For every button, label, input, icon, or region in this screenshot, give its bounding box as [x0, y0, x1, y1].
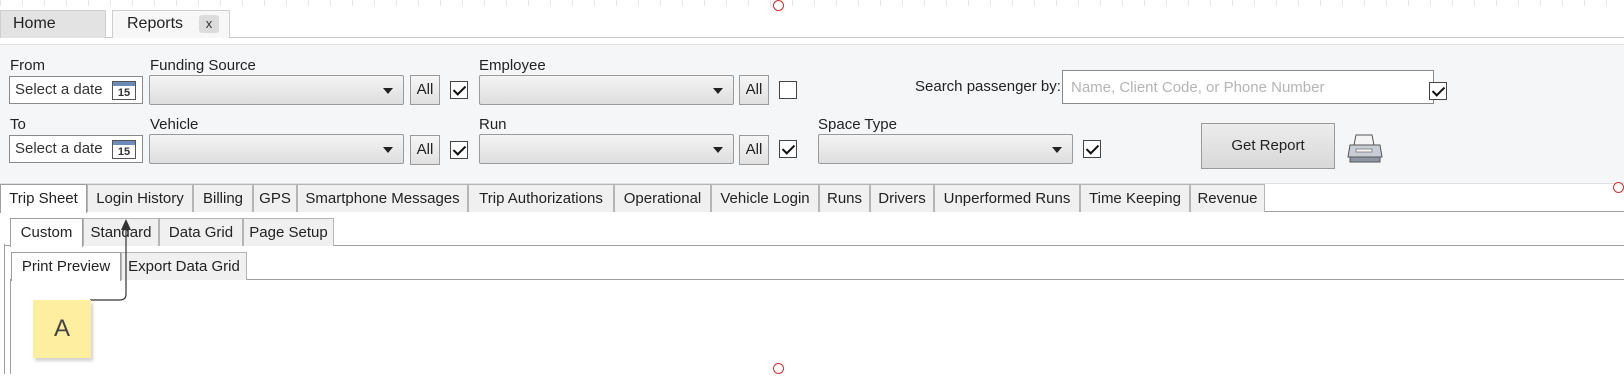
printer-icon[interactable] — [1347, 133, 1383, 165]
tab-home-label: Home — [13, 15, 56, 32]
vehicle-checkbox[interactable] — [450, 141, 468, 159]
vehicle-label: Vehicle — [150, 116, 199, 133]
filter-panel: From Select a date 15 Funding Source All… — [0, 44, 1624, 184]
run-label: Run — [479, 116, 507, 133]
tab-vehicle-login[interactable]: Vehicle Login — [711, 184, 819, 212]
search-passenger-input[interactable] — [1062, 70, 1434, 104]
space-type-checkbox[interactable] — [1083, 140, 1101, 158]
tab-gps[interactable]: GPS — [253, 184, 297, 212]
run-checkbox[interactable] — [779, 140, 797, 158]
chevron-down-icon — [713, 88, 723, 94]
tab-reports-label: Reports — [127, 15, 184, 32]
tab-trip-sheet[interactable]: Trip Sheet — [0, 184, 87, 213]
annotation-sticky-note[interactable]: A — [33, 300, 91, 358]
tab-drivers[interactable]: Drivers — [870, 184, 934, 212]
funding-source-checkbox[interactable] — [450, 81, 468, 99]
run-combo[interactable] — [479, 134, 734, 164]
chevron-down-icon — [1052, 147, 1062, 153]
tab-smartphone-messages[interactable]: Smartphone Messages — [297, 184, 468, 212]
tab-trip-authorizations[interactable]: Trip Authorizations — [468, 184, 614, 212]
vehicle-combo[interactable] — [149, 134, 404, 164]
from-label: From — [10, 57, 45, 74]
chevron-down-icon — [383, 147, 393, 153]
funding-source-combo[interactable] — [149, 75, 404, 105]
employee-label: Employee — [479, 57, 546, 74]
run-all-button[interactable]: All — [739, 135, 769, 165]
annotation-label: A — [53, 315, 70, 342]
funding-source-label: Funding Source — [150, 57, 256, 74]
employee-combo[interactable] — [479, 75, 734, 105]
chevron-down-icon — [713, 147, 723, 153]
from-date-picker[interactable]: Select a date 15 — [9, 76, 143, 104]
search-checkbox[interactable] — [1429, 82, 1447, 100]
space-type-label: Space Type — [818, 116, 897, 133]
search-passenger-label: Search passenger by: — [915, 78, 1061, 95]
tab-page-setup[interactable]: Page Setup — [243, 218, 334, 246]
to-date-placeholder: Select a date — [15, 140, 103, 157]
report-tab-bar: Trip Sheet Login History Billing GPS Sma… — [0, 184, 1624, 213]
close-tab-icon[interactable]: x — [199, 15, 219, 33]
document-tab-bar: Home Reports x — [0, 10, 1624, 38]
tab-unperformed-runs[interactable]: Unperformed Runs — [934, 184, 1080, 212]
resize-handle-bottom[interactable] — [773, 363, 784, 374]
tab-runs[interactable]: Runs — [819, 184, 870, 212]
employee-all-button[interactable]: All — [739, 75, 769, 105]
tab-revenue[interactable]: Revenue — [1190, 184, 1265, 212]
to-label: To — [10, 116, 26, 133]
chevron-down-icon — [383, 88, 393, 94]
calendar-icon[interactable]: 15 — [112, 140, 136, 159]
tab-operational[interactable]: Operational — [614, 184, 711, 212]
sub-tab-bar: Custom Standard Data Grid Page Setup — [5, 218, 1624, 247]
funding-source-all-button[interactable]: All — [410, 75, 440, 105]
tab-reports[interactable]: Reports x — [112, 10, 230, 38]
vehicle-all-button[interactable]: All — [410, 135, 440, 165]
tab-login-history[interactable]: Login History — [87, 184, 193, 212]
space-type-combo[interactable] — [818, 134, 1073, 164]
tab-time-keeping[interactable]: Time Keeping — [1080, 184, 1190, 212]
get-report-button[interactable]: Get Report — [1201, 123, 1335, 169]
custom-content-frame — [10, 279, 1624, 374]
from-date-placeholder: Select a date — [15, 81, 103, 98]
resize-handle-right[interactable] — [1613, 182, 1624, 193]
tab-home[interactable]: Home — [0, 10, 106, 38]
calendar-icon[interactable]: 15 — [112, 81, 136, 100]
output-tab-bar: Print Preview Export Data Grid — [11, 252, 1624, 281]
tab-billing[interactable]: Billing — [193, 184, 253, 212]
resize-handle-top[interactable] — [773, 0, 784, 11]
employee-checkbox[interactable] — [779, 81, 797, 99]
to-date-picker[interactable]: Select a date 15 — [9, 135, 143, 163]
tab-custom[interactable]: Custom — [10, 218, 83, 247]
tab-data-grid[interactable]: Data Grid — [159, 218, 243, 246]
annotation-arrow — [90, 219, 131, 301]
